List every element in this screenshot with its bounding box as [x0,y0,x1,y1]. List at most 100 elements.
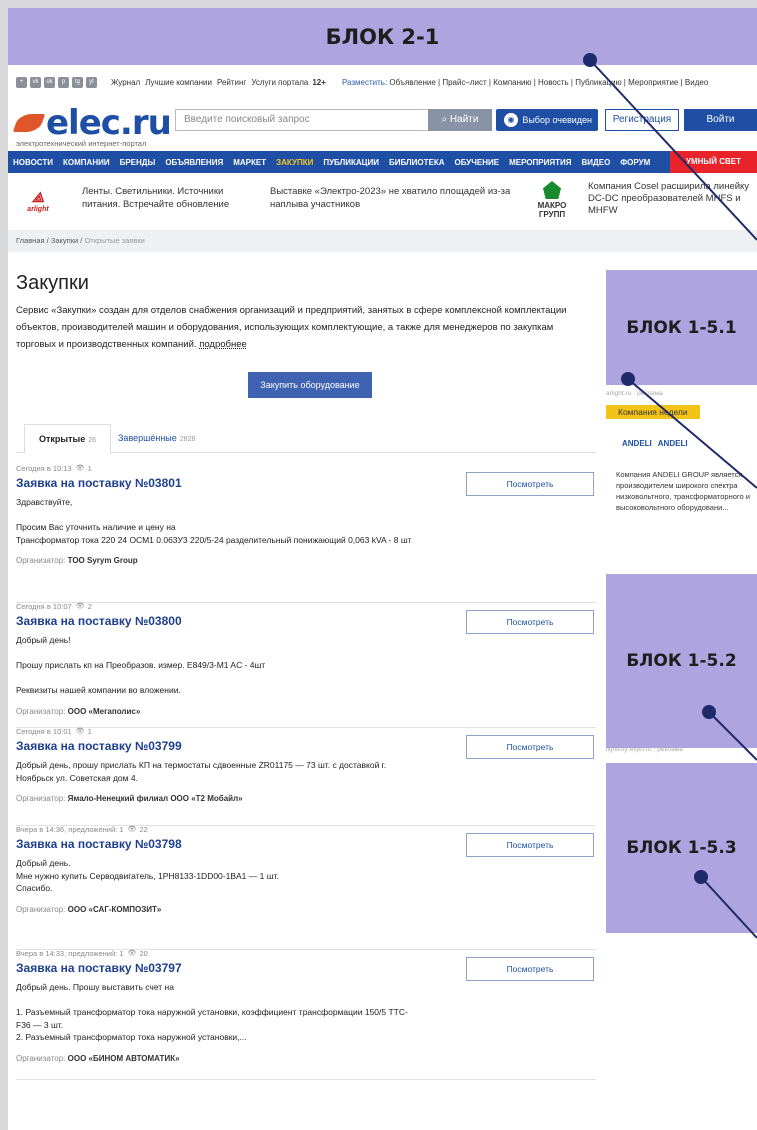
search-button[interactable]: ⌕ Найти [428,109,492,131]
nav-events[interactable]: МЕРОПРИЯТИЯ [504,158,576,167]
tabs: Открытые 26 Завершённые 2828 [16,424,596,454]
views-eye-icon: 👁 [75,603,85,610]
lot-organizer: Организатор: ООО «Мегаполис» [16,706,141,716]
lot-organizer: Организатор: ТОО Syrym Group [16,556,138,565]
lot-organizer: Организатор: ООО «БИНОМ АВТОМАТИК» [16,1053,180,1063]
link-services[interactable]: Услуги портала [251,78,308,87]
nav-ads[interactable]: ОБЪЯВЛЕНИЯ [160,158,228,167]
more-link[interactable]: подробнее [199,339,247,350]
lot-body-line: 2. Разъемный трансформатор тока наружной… [16,1032,247,1042]
breadcrumb-section[interactable]: Закупки [51,236,78,245]
telegram-icon[interactable]: tg [72,76,83,88]
news-strip: ⟁ arlight Ленты. Светильники. Источники п… [8,175,757,231]
nav-purchases[interactable]: ЗАКУПКИ [271,158,318,167]
nav-education[interactable]: ОБУЧЕНИЕ [450,158,505,167]
lot-body-line: Реквизиты нашей компании во вложении. [16,685,181,695]
social-icons: + vk ok p tg yt [16,76,97,88]
lot-body-line: Прошу прислать кп на Преобразов. измер. … [16,660,266,670]
logo-mark-icon [12,114,46,132]
list-item: Сегодня в 10:07 👁 2 Заявка на поставку №038… [16,602,596,728]
lot-views: 1 [87,464,92,473]
youtube-icon[interactable]: yt [86,76,97,88]
lot-body-line: Ноябрьск ул. Советская дом 4. [16,772,138,783]
place-items[interactable]: Объявление | Прайс–лист | Компанию | Нов… [389,78,708,87]
place-links[interactable]: Разместить: Объявление | Прайс–лист | Ко… [342,78,708,87]
site-logo[interactable]: elec.ru электротехнический интернет-порт… [12,103,172,148]
link-best-companies[interactable]: Лучшие компании [145,78,212,87]
lot-title[interactable]: Заявка на поставку №03797 [16,961,182,975]
breadcrumb-home[interactable]: Главная [16,236,45,245]
header: elec.ru электротехнический интернет-порт… [8,99,757,151]
ad-note-2: lightcity-expo.ru · реклама [606,746,683,753]
tab-open[interactable]: Открытые 26 [24,424,111,454]
lot-meta: Сегодня в 10:13 [16,464,72,473]
view-button[interactable]: Посмотреть [466,957,594,981]
age-badge: 12+ [312,77,326,87]
news-item-2[interactable]: Выставке «Электро-2023» не хватило площа… [270,185,515,211]
list-item: Вчера в 14:33, предложений: 1 👁 20 Заявка н… [16,949,596,1080]
lot-body-line: Добрый день. [16,858,71,868]
lot-meta: Сегодня в 10:07 [16,602,72,611]
login-button[interactable]: Войти [684,109,757,131]
nav-companies[interactable]: КОМПАНИИ [58,158,115,167]
lot-body: Добрый день! Прошу прислать кп на Преобра… [16,634,456,697]
andeli-logo: ANDELI ANDELI [622,439,688,448]
list-item: Сегодня в 10:13 👁 1 Заявка на поставку №038… [16,464,596,603]
view-button[interactable]: Посмотреть [466,833,594,857]
vk-icon[interactable]: vk [30,76,41,88]
lot-title[interactable]: Заявка на поставку №03799 [16,739,182,753]
pinterest-icon[interactable]: p [58,76,69,88]
lot-title[interactable]: Заявка на поставку №03798 [16,837,182,851]
logo-subtitle: электротехнический интернет-портал [16,139,147,148]
lot-meta: Сегодня в 10:01 [16,727,72,736]
makro-icon [543,181,561,199]
views-eye-icon: 👁 [75,465,85,472]
place-label[interactable]: Разместить: [342,78,387,87]
eye-choice-button[interactable]: ◉ Выбор очевиден [496,109,598,131]
lot-views: 1 [87,727,92,736]
lot-body-line: Спасибо. [16,883,53,893]
nav-market[interactable]: МАРКЕТ [228,158,271,167]
list-item: Сегодня в 10:01 👁 1 Заявка на поставку №037… [16,727,596,826]
share-icon[interactable]: + [16,76,27,88]
nav-news[interactable]: НОВОСТИ [8,158,58,167]
nav-brands[interactable]: БРЕНДЫ [115,158,161,167]
nav-library[interactable]: БИБЛИОТЕКА [384,158,450,167]
company-of-week[interactable]: Компания недели ANDELI ANDELI Компания AN… [606,405,757,555]
marker-dot [583,53,597,67]
nav-forum[interactable]: ФОРУМ [615,158,655,167]
view-button[interactable]: Посмотреть [466,472,594,496]
lot-title[interactable]: Заявка на поставку №03800 [16,614,182,628]
arlight-logo[interactable]: ⟁ arlight [18,189,58,213]
makro-logo[interactable]: МАКРО ГРУПП [532,181,572,219]
view-button[interactable]: Посмотреть [466,610,594,634]
lot-body-line: Добрый день! [16,635,71,645]
news-item-3[interactable]: Компания Cosel расширила линейку DC-DC п… [588,181,753,217]
ok-icon[interactable]: ok [44,76,55,88]
page: БЛОК 2-1 + vk ok p tg yt Журнал Лучшие к… [8,8,757,1130]
lot-title[interactable]: Заявка на поставку №03801 [16,476,182,490]
views-eye-icon: 👁 [75,728,85,735]
nav-video[interactable]: ВИДЕО [577,158,616,167]
marker-dot [694,870,708,884]
top-bar: + vk ok p tg yt Журнал Лучшие компании Р… [8,65,757,99]
register-button[interactable]: Регистрация [605,109,679,131]
buy-equipment-button[interactable]: Закупить оборудование [248,372,372,398]
tab-completed[interactable]: Завершённые 2828 [104,424,209,452]
view-button[interactable]: Посмотреть [466,735,594,759]
lot-views: 2 [87,602,92,611]
nav-smart-light[interactable]: УМНЫЙ СВЕТ [670,151,757,173]
list-item: Вчера в 14:36, предложений: 1 👁 22 Заявка н… [16,825,596,950]
ad-block-1-5-2: БЛОК 1-5.2 [606,574,757,748]
views-eye-icon: 👁 [127,826,137,833]
marker-dot [702,705,716,719]
nav-publications[interactable]: ПУБЛИКАЦИИ [318,158,384,167]
link-journal[interactable]: Журнал [111,78,140,87]
lot-body-line [16,509,456,522]
link-rating[interactable]: Рейтинг [217,78,246,87]
page-title: Закупки [16,272,89,294]
lot-body-line: Мне нужно купить Серводвигатель, 1PH8133… [16,870,279,881]
company-week-text: Компания ANDELI GROUP является производи… [616,470,750,512]
news-item-1[interactable]: Ленты. Светильники. Источники питания. В… [82,185,257,211]
lot-body-line: 1. Разъемный трансформатор тока наружной… [16,1007,408,1017]
